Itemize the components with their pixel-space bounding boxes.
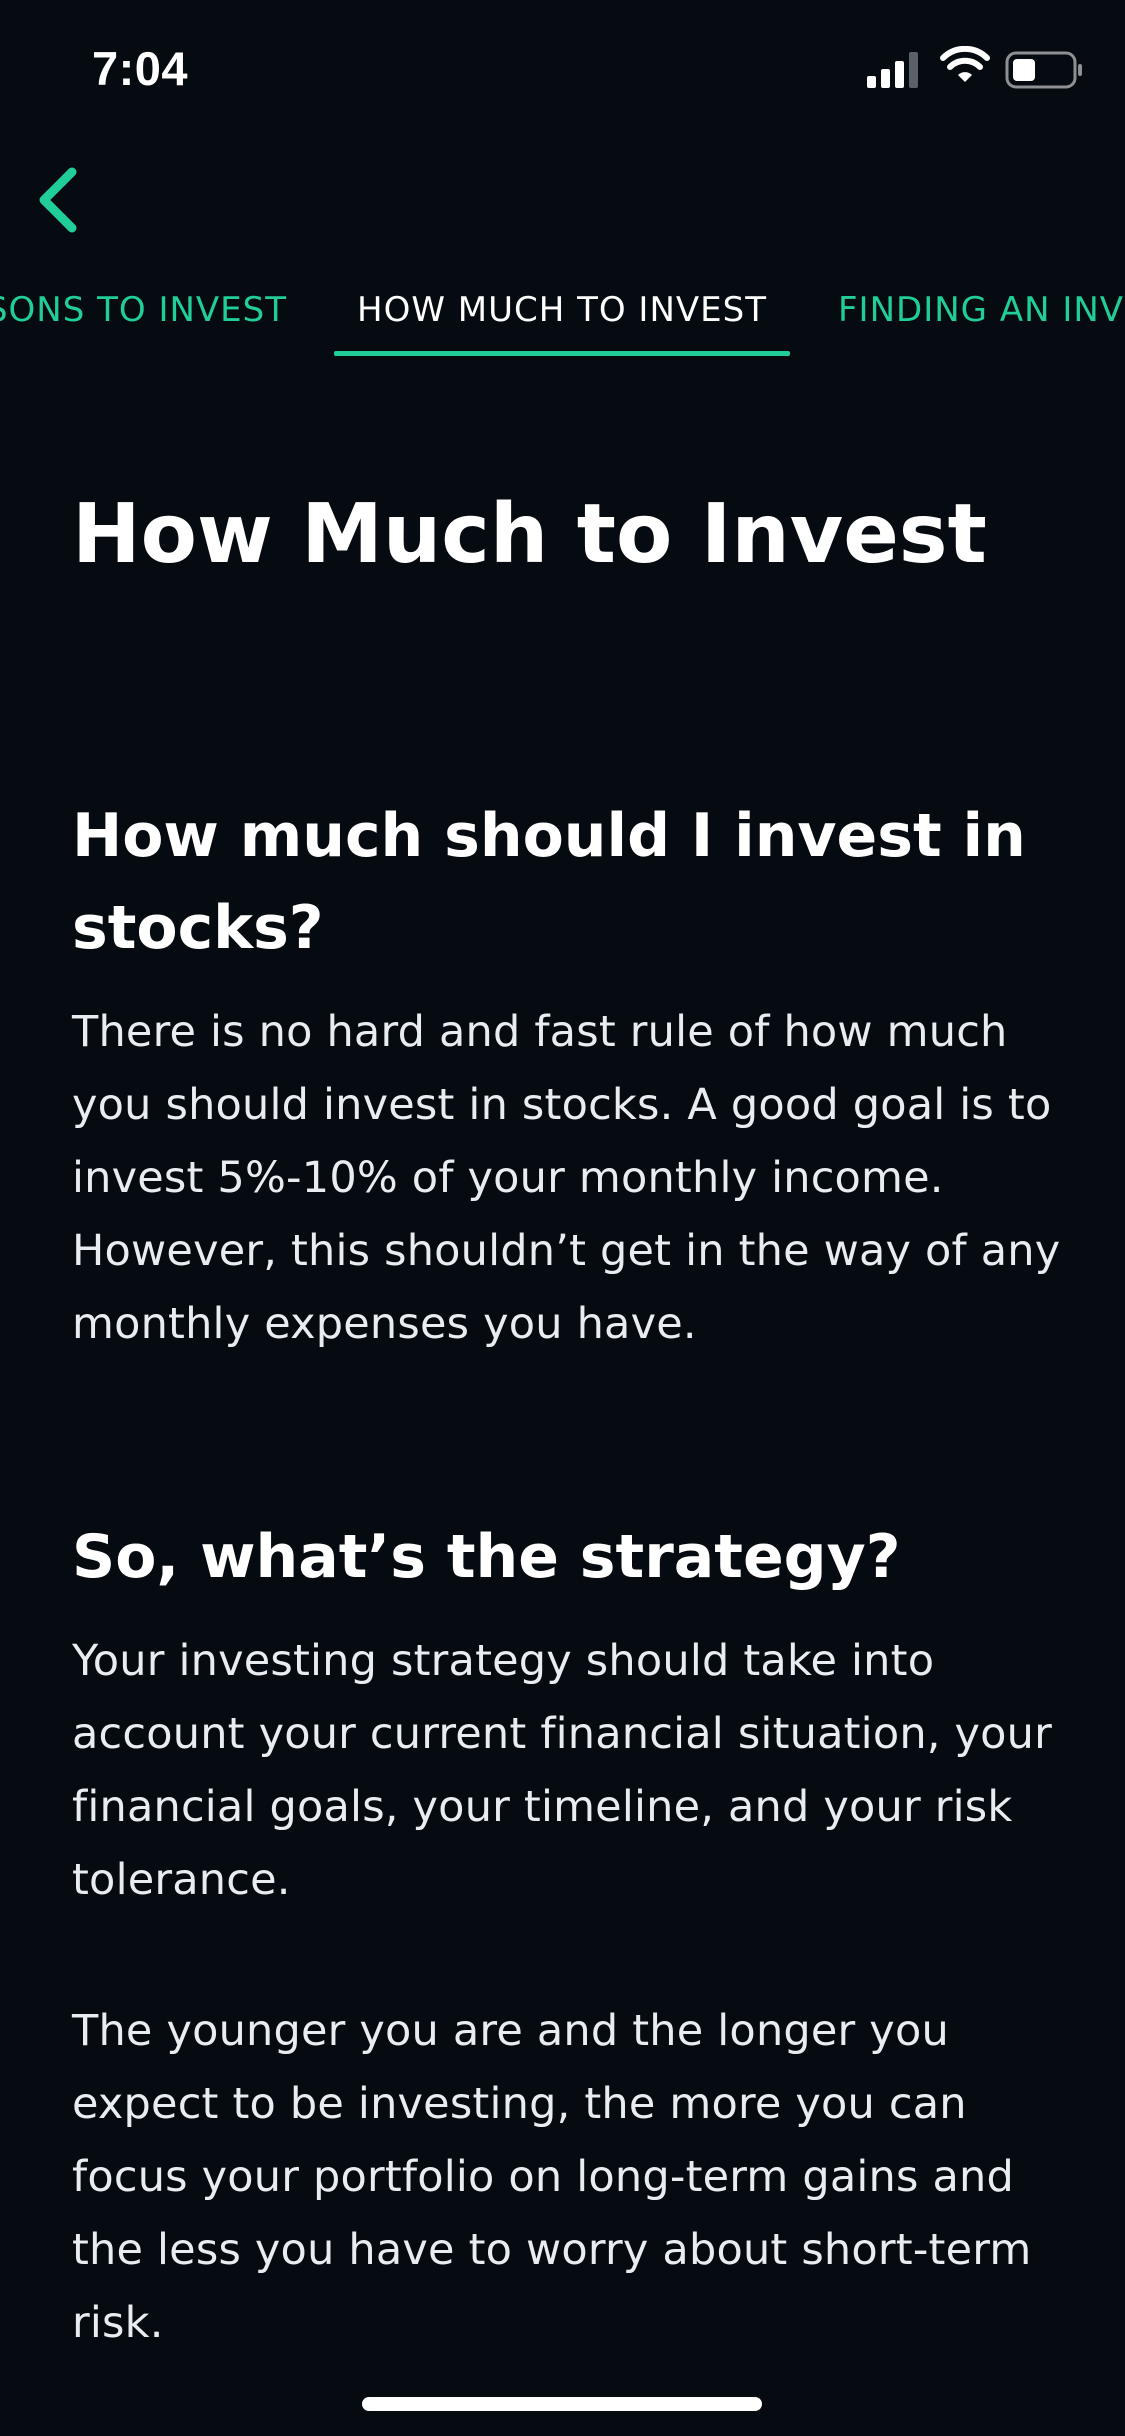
- cellular-signal-icon: [867, 52, 918, 88]
- tab-finding-an-investment[interactable]: FINDING AN INV: [838, 270, 1124, 356]
- status-icons: [865, 46, 1085, 92]
- wifi-icon: [940, 46, 990, 82]
- home-indicator: [362, 2397, 762, 2411]
- battery-icon: [1005, 51, 1082, 89]
- tab-label: SONS TO INVEST: [0, 290, 287, 330]
- page-title: How Much to Invest: [72, 487, 987, 582]
- status-bar: 7:04: [0, 0, 1125, 135]
- tab-label: HOW MUCH TO INVEST: [357, 290, 767, 330]
- screen: 7:04 SONS TO INVEST HOW MUCH TO INVEST F…: [0, 0, 1125, 2436]
- active-tab-indicator: [334, 351, 790, 356]
- article-content: How Much to Invest How much should I inv…: [72, 470, 1072, 2360]
- section-paragraph: Your investing strategy should take into…: [72, 1636, 1053, 1905]
- section-paragraph: The younger you are and the longer you e…: [72, 2006, 1032, 2348]
- tab-bar: SONS TO INVEST HOW MUCH TO INVEST FINDIN…: [0, 270, 1125, 360]
- tab-how-much-to-invest[interactable]: HOW MUCH TO INVEST: [334, 270, 790, 356]
- section-paragraph: There is no hard and fast rule of how mu…: [72, 1007, 1061, 1349]
- tab-reasons-to-invest[interactable]: SONS TO INVEST: [0, 270, 287, 356]
- section-heading: So, what’s the strategy?: [72, 1522, 901, 1592]
- chevron-left-icon: [39, 167, 77, 233]
- section-heading: How much should I invest in stocks?: [72, 801, 1026, 963]
- status-time: 7:04: [92, 42, 189, 95]
- tab-label: FINDING AN INV: [838, 290, 1125, 330]
- back-button[interactable]: [14, 150, 104, 250]
